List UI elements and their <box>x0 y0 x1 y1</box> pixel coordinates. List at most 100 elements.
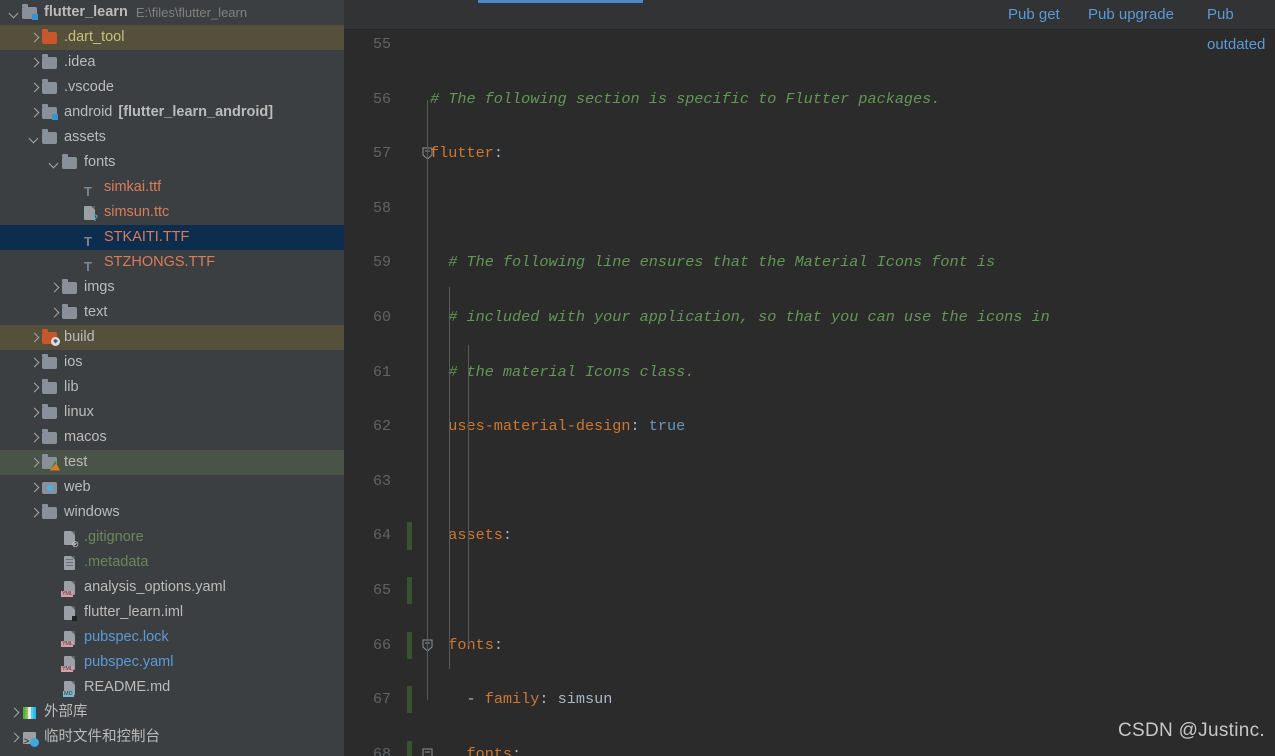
line-number: 57 <box>372 145 391 163</box>
gitignore-file-icon <box>61 530 79 549</box>
code-line[interactable]: 63 <box>344 468 1275 495</box>
vcs-change-marker[interactable] <box>407 522 412 550</box>
chevron-right-icon[interactable] <box>28 431 41 444</box>
tree-item-idea[interactable]: .idea <box>0 50 344 75</box>
yaml-file-icon <box>61 580 79 597</box>
tree-item-linux[interactable]: linux <box>0 400 344 425</box>
tree-item-ios[interactable]: ios <box>0 350 344 375</box>
pub-link-pub-outdated[interactable]: Pub outdated <box>1207 0 1275 53</box>
markdown-file-icon <box>61 680 79 697</box>
tree-item-label: .dart_tool <box>64 29 125 45</box>
tree-item-label: linux <box>64 404 94 420</box>
tree-item-pubspec-lock[interactable]: pubspec.lock <box>0 625 344 650</box>
code-line[interactable]: 62 uses-material-design: true <box>344 413 1275 440</box>
tree-item-readme-md[interactable]: README.md <box>0 675 344 700</box>
pub-link-pub-upgrade[interactable]: Pub upgrade <box>1088 0 1174 30</box>
tree-item-fonts[interactable]: fonts <box>0 150 344 175</box>
tree-item-vscode[interactable]: .vscode <box>0 75 344 100</box>
code-line[interactable]: 66 fonts: <box>344 631 1275 659</box>
code-line[interactable]: 68 fonts: <box>344 740 1275 756</box>
tree-item-label: .gitignore <box>84 529 144 545</box>
tree-item-macos[interactable]: macos <box>0 425 344 450</box>
vcs-change-marker[interactable] <box>407 740 412 756</box>
iml-file-icon <box>61 605 79 621</box>
code-fold-guide <box>427 99 428 701</box>
chevron-right-icon[interactable] <box>28 406 41 419</box>
tree-item-imgs[interactable]: imgs <box>0 275 344 300</box>
tree-item-label: 临时文件和控制台 <box>44 729 160 745</box>
tree-item-pubspec-yaml[interactable]: pubspec.yaml <box>0 650 344 675</box>
code-text: assets: <box>448 526 513 545</box>
chevron-right-icon[interactable] <box>48 306 61 319</box>
chevron-right-icon[interactable] <box>28 381 41 394</box>
tree-item-label: text <box>84 304 108 320</box>
tree-item-text[interactable]: text <box>0 300 344 325</box>
tree-item-metadata[interactable]: .metadata <box>0 550 344 575</box>
code-editor-panel: Pub get Pub upgrade Pub outdated 55 56 # The… <box>344 0 1275 756</box>
code-line[interactable]: 56 # The following section is specific to… <box>344 86 1275 113</box>
chevron-right-icon[interactable] <box>28 81 41 94</box>
vcs-change-marker[interactable] <box>407 631 412 659</box>
tree-item-analysis-options-yaml[interactable]: analysis_options.yaml <box>0 575 344 600</box>
code-line[interactable]: 61 # the material Icons class. <box>344 359 1275 386</box>
chevron-down-icon[interactable] <box>28 131 41 144</box>
chevron-right-icon[interactable] <box>28 356 41 369</box>
chevron-right-icon[interactable] <box>28 106 41 119</box>
tree-item-label: flutter_learn <box>44 4 128 20</box>
folder-icon <box>41 129 59 146</box>
tree-item-gitignore[interactable]: .gitignore <box>0 525 344 550</box>
tree-item-test[interactable]: test <box>0 450 344 475</box>
tree-item-[interactable]: 临时文件和控制台 <box>0 725 344 754</box>
tree-item-dart-tool[interactable]: .dart_tool <box>0 25 344 50</box>
tree-item-simkai-ttf[interactable]: simkai.ttf <box>0 175 344 204</box>
code-content-area[interactable]: 55 56 # The following section is specific … <box>344 31 1275 756</box>
tree-item-assets[interactable]: assets <box>0 125 344 150</box>
tree-item-flutter-learn-iml[interactable]: flutter_learn.iml <box>0 600 344 625</box>
tree-item-label: pubspec.yaml <box>84 654 174 670</box>
vcs-change-marker[interactable] <box>407 576 412 605</box>
code-line[interactable]: 60 # included with your application, so … <box>344 304 1275 331</box>
tree-item-simsun-ttc[interactable]: simsun.ttc <box>0 200 344 225</box>
code-line[interactable]: 65 <box>344 576 1275 605</box>
tree-item-label: imgs <box>84 279 115 295</box>
chevron-right-icon[interactable] <box>28 56 41 69</box>
tree-item-android[interactable]: android [flutter_learn_android] <box>0 100 344 125</box>
code-line[interactable]: 55 <box>344 31 1275 58</box>
chevron-right-icon[interactable] <box>28 331 41 344</box>
code-text: # included with your application, so tha… <box>448 307 1050 326</box>
code-line[interactable]: 67 - family: simsun <box>344 686 1275 714</box>
code-line[interactable]: 57 flutter: <box>344 140 1275 167</box>
chevron-right-icon[interactable] <box>28 481 41 494</box>
tree-item-lib[interactable]: lib <box>0 375 344 400</box>
chevron-right-icon[interactable] <box>48 281 61 294</box>
chevron-down-icon[interactable] <box>8 6 21 19</box>
code-line[interactable]: 59 # The following line ensures that the… <box>344 249 1275 276</box>
chevron-right-icon[interactable] <box>28 31 41 44</box>
tree-item-stzhongs-ttf[interactable]: STZHONGS.TTF <box>0 250 344 279</box>
code-line[interactable]: 64 assets: <box>344 522 1275 550</box>
code-line[interactable]: 58 <box>344 195 1275 222</box>
chevron-right-icon[interactable] <box>28 456 41 469</box>
line-number: 62 <box>372 418 391 436</box>
tree-item-flutter-learn[interactable]: flutter_learn E:\files\flutter_learn <box>0 0 344 25</box>
code-fold-guide <box>449 286 450 669</box>
font-file-icon <box>81 229 99 254</box>
tree-item-build[interactable]: build <box>0 325 344 350</box>
project-tree-panel[interactable]: flutter_learn E:\files\flutter_learn .dart… <box>0 0 344 756</box>
folder-icon <box>61 304 79 321</box>
folder-icon <box>41 379 59 396</box>
vcs-change-marker[interactable] <box>407 686 412 714</box>
folder-icon <box>41 404 59 421</box>
tree-item-windows[interactable]: windows <box>0 500 344 525</box>
chevron-down-icon[interactable] <box>48 156 61 169</box>
tree-item-web[interactable]: web <box>0 475 344 500</box>
chevron-right-icon[interactable] <box>8 731 21 744</box>
tree-item-stkaiti-ttf[interactable]: STKAITI.TTF <box>0 225 344 254</box>
line-number: 58 <box>372 199 391 217</box>
chevron-right-icon[interactable] <box>28 506 41 519</box>
tree-item-[interactable]: 外部库 <box>0 700 344 725</box>
yaml-file-icon <box>61 655 79 672</box>
pub-link-pub-get[interactable]: Pub get <box>1008 0 1060 30</box>
chevron-right-icon[interactable] <box>8 706 21 719</box>
